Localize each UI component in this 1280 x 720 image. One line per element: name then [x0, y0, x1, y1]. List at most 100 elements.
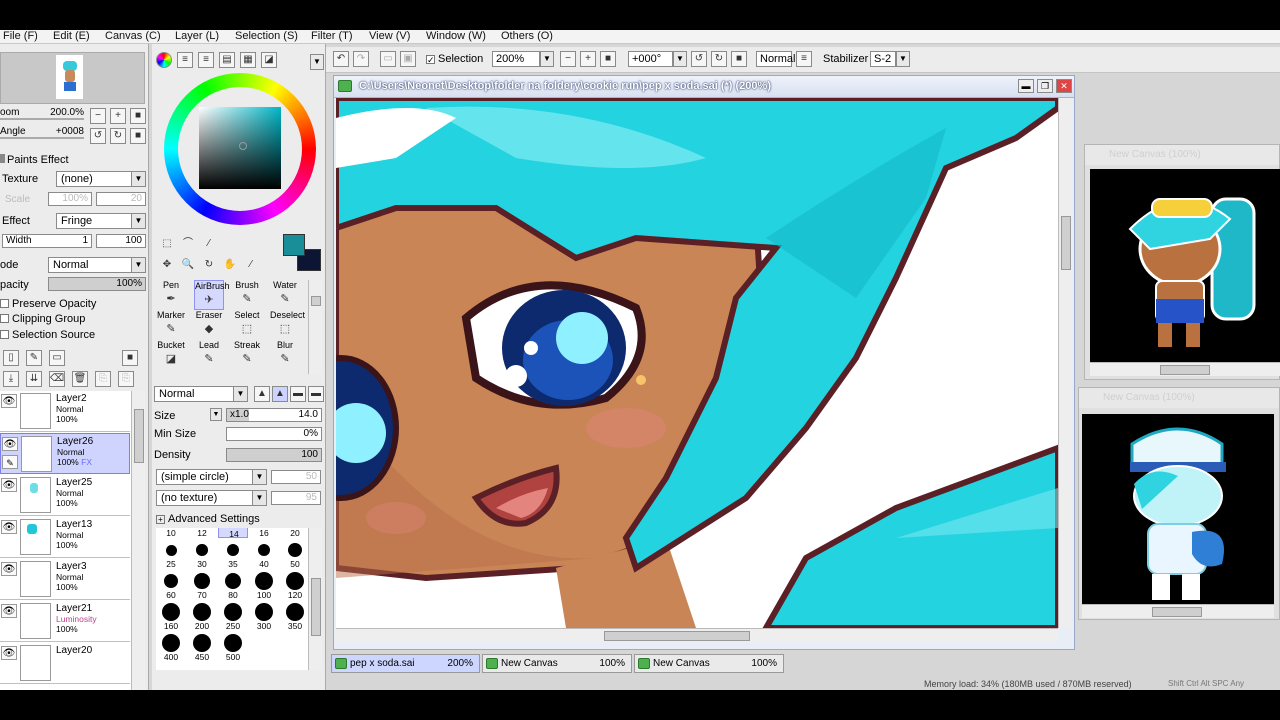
- new-layer-icon[interactable]: ▯: [3, 350, 19, 366]
- rotation-field[interactable]: +000°: [628, 51, 673, 67]
- width-num[interactable]: 100: [96, 234, 146, 248]
- paints-effect-header[interactable]: Paints Effect: [0, 154, 69, 166]
- merge-down-icon[interactable]: ⇊: [26, 371, 42, 387]
- minimize-icon[interactable]: ▬: [1018, 79, 1034, 93]
- layer-item[interactable]: 👁 Layer13 Normal 100%: [0, 517, 130, 558]
- brush-size-option[interactable]: 100: [249, 570, 279, 600]
- size-multiplier-dropdown[interactable]: ▼: [210, 408, 222, 421]
- undo-icon[interactable]: ↶: [333, 51, 349, 67]
- deselect-icon[interactable]: ▭: [380, 51, 396, 67]
- width-bar[interactable]: Width 1: [2, 234, 92, 248]
- visibility-eye-icon[interactable]: 👁: [1, 520, 17, 534]
- canvas-hscrollbar[interactable]: [336, 628, 1058, 642]
- rotate-reset-icon[interactable]: ■: [731, 51, 747, 67]
- layer-item[interactable]: 👁 Layer21 Luminosity 100%: [0, 601, 130, 642]
- layer-item[interactable]: 👁 Layer25 Normal 100%: [0, 475, 130, 516]
- zoom-dropdown-icon[interactable]: ▼: [540, 51, 554, 67]
- scale-bar[interactable]: 100%: [48, 192, 92, 206]
- brush-size-option[interactable]: 300: [249, 601, 279, 631]
- rotate-tool-icon[interactable]: ↻: [201, 258, 217, 274]
- tool-pen[interactable]: Pen ✒: [156, 280, 186, 310]
- brush-size-option[interactable]: 200: [187, 601, 217, 631]
- zoom-tool-icon[interactable]: 🔍: [180, 258, 196, 274]
- eyedropper-icon[interactable]: ⁄: [243, 258, 259, 274]
- menu-canvas[interactable]: Canvas (C): [105, 30, 161, 43]
- advanced-settings-toggle[interactable]: + Advanced Settings: [156, 513, 260, 525]
- canvas-titlebar[interactable]: C:\Users\Neonet\Desktop\folder na folder…: [334, 76, 1074, 98]
- tool-bucket[interactable]: Bucket ◪: [156, 340, 186, 370]
- drawing-canvas[interactable]: [336, 98, 1058, 628]
- tool-deselect[interactable]: Deselect ⬚: [270, 310, 305, 340]
- delete-layer-icon[interactable]: 🗑: [72, 371, 88, 387]
- menu-file[interactable]: File (F): [3, 30, 38, 43]
- stabilizer-field[interactable]: S-2: [870, 51, 896, 67]
- layer-option-icon[interactable]: ⎘: [95, 371, 111, 387]
- layer-item[interactable]: 👁 Layer2 Normal 100%: [0, 391, 130, 432]
- brush-size-option[interactable]: 250: [218, 601, 248, 631]
- nav-rotate-right-icon[interactable]: ↻: [110, 128, 126, 144]
- reference-image-1[interactable]: [1090, 169, 1280, 362]
- min-size-bar[interactable]: 0%: [226, 427, 322, 441]
- visibility-eye-icon[interactable]: 👁: [1, 562, 17, 576]
- menu-filter[interactable]: Filter (T): [311, 30, 353, 43]
- tool-eraser[interactable]: Eraser ◆: [194, 310, 224, 340]
- hsv-slider-icon[interactable]: ≡: [198, 52, 214, 68]
- brush-blend-select[interactable]: Normal ▼: [154, 386, 248, 402]
- tool-streak[interactable]: Streak ✎: [232, 340, 262, 370]
- scale-num[interactable]: 20: [96, 192, 146, 206]
- layer-item[interactable]: 👁 Layer20: [0, 643, 130, 684]
- panel-collapse-icon[interactable]: ▼: [310, 54, 324, 70]
- layer-mask-icon[interactable]: ■: [122, 350, 138, 366]
- tool-brush[interactable]: Brush ✎: [232, 280, 262, 310]
- select-rect-icon[interactable]: ⬚: [159, 237, 175, 253]
- layer-mode-select[interactable]: Normal ▼: [48, 257, 146, 273]
- tool-water[interactable]: Water ✎: [270, 280, 300, 310]
- zoom-slider[interactable]: [0, 118, 84, 120]
- transfer-down-icon[interactable]: ⤓: [3, 371, 19, 387]
- brush-edge-hard-icon[interactable]: ▲: [254, 386, 270, 402]
- rotation-dropdown-icon[interactable]: ▼: [673, 51, 687, 67]
- pen-lock-icon[interactable]: ✎: [2, 455, 18, 469]
- tab-new-canvas-1[interactable]: New Canvas 100%: [482, 654, 632, 673]
- visibility-eye-icon[interactable]: 👁: [2, 437, 18, 451]
- brush-edge-mid-icon[interactable]: ▲: [272, 386, 288, 402]
- brush-size-option[interactable]: 50: [280, 539, 308, 569]
- brush-edge-flat-icon[interactable]: ▬: [308, 386, 324, 402]
- brush-size-option[interactable]: 350: [280, 601, 308, 631]
- magic-wand-icon[interactable]: ⁄: [201, 237, 217, 253]
- zoom-reset-icon[interactable]: ■: [600, 51, 616, 67]
- tool-select[interactable]: Select ⬚: [232, 310, 262, 340]
- effect-select[interactable]: Fringe ▼: [56, 213, 146, 229]
- menu-others[interactable]: Others (O): [501, 30, 553, 43]
- tab-pep-x-soda[interactable]: pep x soda.sai 200%: [331, 654, 480, 673]
- brush-size-option[interactable]: 450: [187, 632, 217, 662]
- scratchpad-icon[interactable]: ◪: [261, 52, 277, 68]
- menu-window[interactable]: Window (W): [426, 30, 486, 43]
- brush-size-option[interactable]: 500: [218, 632, 248, 662]
- brush-size-option[interactable]: 25: [156, 539, 186, 569]
- tool-blur[interactable]: Blur ✎: [270, 340, 300, 370]
- menu-edit[interactable]: Edit (E): [53, 30, 90, 43]
- brush-size-option[interactable]: 120: [280, 570, 308, 600]
- move-icon[interactable]: ✥: [159, 258, 175, 274]
- brush-size-option[interactable]: 20: [280, 528, 308, 538]
- maximize-icon[interactable]: ❐: [1037, 79, 1053, 93]
- brush-size-option[interactable]: 40: [249, 539, 279, 569]
- angle-slider[interactable]: [0, 137, 84, 139]
- size-bar[interactable]: x1.0 14.0: [226, 408, 322, 422]
- blend-mode-field[interactable]: Normal: [756, 51, 795, 67]
- tool-marker[interactable]: Marker ✎: [156, 310, 186, 340]
- swatch-icon[interactable]: ▦: [240, 52, 256, 68]
- brush-size-option[interactable]: 30: [187, 539, 217, 569]
- zoom-out-icon[interactable]: −: [560, 51, 576, 67]
- clear-layer-icon[interactable]: ⌫: [49, 371, 65, 387]
- invert-selection-icon[interactable]: ▣: [400, 51, 416, 67]
- preserve-opacity-checkbox[interactable]: Preserve Opacity: [0, 298, 96, 310]
- zoom-field[interactable]: 200%: [492, 51, 540, 67]
- lasso-icon[interactable]: ⌒: [180, 237, 196, 253]
- nav-rotate-left-icon[interactable]: ↺: [90, 128, 106, 144]
- brush-texture-num[interactable]: 95: [271, 491, 321, 505]
- new-linework-layer-icon[interactable]: ✎: [26, 350, 42, 366]
- brush-size-option[interactable]: 80: [218, 570, 248, 600]
- color-mix-icon[interactable]: ▤: [219, 52, 235, 68]
